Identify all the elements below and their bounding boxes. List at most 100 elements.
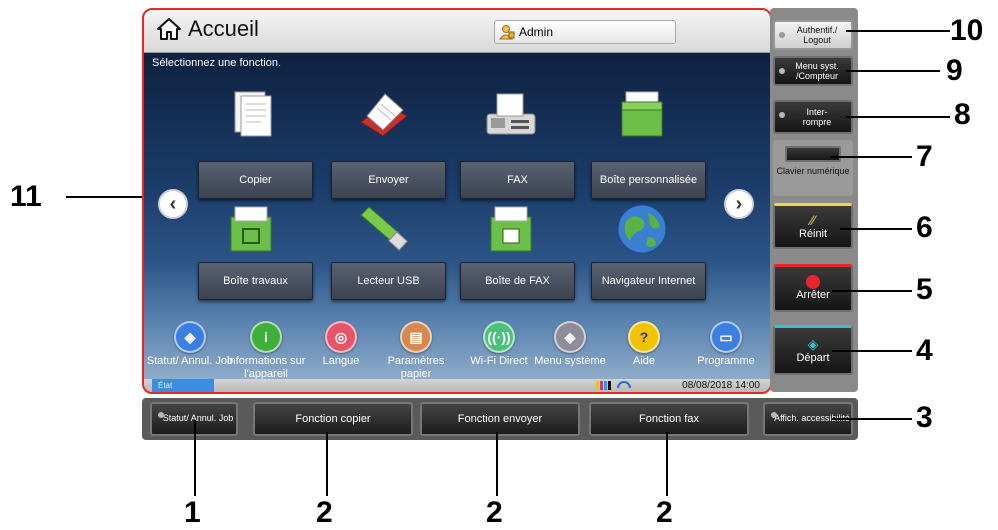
toner-icon	[596, 381, 631, 390]
callout-number: 6	[916, 211, 933, 244]
fax-box-button[interactable]: Boîte de FAX	[460, 262, 575, 300]
stop-icon	[806, 275, 820, 290]
callout-number: 10	[950, 14, 984, 47]
prompt-text: Sélectionnez une fonction.	[152, 57, 282, 69]
copy-button[interactable]: Copier	[198, 161, 313, 199]
device-info-shortcut[interactable]: i	[250, 321, 282, 353]
fax-button[interactable]: FAX	[460, 161, 575, 199]
copy-function-button[interactable]: Fonction copier	[253, 402, 413, 436]
reset-icon: ⁄⁄	[810, 212, 816, 229]
callout-number: 11	[10, 180, 42, 213]
page-title: Accueil	[188, 16, 259, 41]
callout-line	[832, 290, 912, 292]
callout-number: 1	[184, 496, 201, 529]
shortcut-label: Programme	[697, 355, 755, 367]
button-label: Menu syst. /Compteur	[795, 60, 839, 81]
callout-line	[194, 420, 196, 496]
job-box-icon	[230, 206, 272, 252]
send-button[interactable]: Envoyer	[331, 161, 446, 199]
usb-drive-button[interactable]: Lecteur USB	[331, 262, 446, 300]
button-label: Inter- rompre	[802, 106, 832, 127]
help-shortcut[interactable]: ?	[628, 321, 660, 353]
start-icon: ◈	[807, 336, 819, 353]
chevron-left-icon: ‹	[169, 192, 177, 215]
system-menu-shortcut[interactable]: ◈	[554, 321, 586, 353]
callout-line	[840, 228, 912, 230]
shortcut-label: Paramètres papier	[387, 355, 445, 380]
eye-icon: ◈	[184, 328, 196, 345]
callout-line	[832, 418, 912, 420]
chevron-right-icon: ›	[735, 192, 743, 215]
paper-settings-shortcut[interactable]: ▤	[400, 321, 432, 353]
copier-icon	[234, 91, 272, 137]
custom-box-icon	[621, 91, 663, 137]
auth-logout-button[interactable]: Authentif./ Logout	[773, 20, 853, 50]
user-indicator[interactable]: Admin	[494, 20, 676, 44]
callout-number: 2	[316, 496, 333, 529]
button-label: Arrêter	[796, 289, 830, 302]
led-indicator	[158, 412, 164, 418]
system-menu-icon: ◈	[564, 328, 576, 345]
send-function-button[interactable]: Fonction envoyer	[420, 402, 580, 436]
home-screen: Sélectionnez une fonction. Copier Envoye…	[144, 53, 770, 392]
fax-box-icon	[490, 206, 532, 252]
callout-line	[830, 156, 912, 158]
led-indicator	[771, 412, 777, 418]
callout-number: 9	[946, 54, 963, 87]
callout-line	[496, 432, 498, 496]
user-name: Admin	[519, 25, 554, 39]
language-icon: ◎	[334, 328, 348, 345]
callout-number: 7	[916, 140, 933, 173]
program-shortcut[interactable]: ▭	[710, 321, 742, 353]
touch-panel: Accueil Admin Sélectionnez une fonction.…	[142, 8, 772, 394]
program-icon: ▭	[719, 328, 733, 345]
callout-line	[846, 116, 950, 118]
led-indicator	[779, 112, 785, 118]
status-tab[interactable]: État	[152, 379, 214, 392]
callout-number: 5	[916, 273, 933, 306]
callout-line	[66, 196, 142, 198]
usb-drive-icon	[360, 206, 408, 251]
callout-number: 2	[486, 496, 503, 529]
custom-box-button[interactable]: Boîte personnalisée	[591, 161, 706, 199]
stop-button[interactable]: Arrêter	[773, 264, 853, 312]
title-bar: Accueil Admin	[144, 10, 770, 53]
paper-icon: ▤	[409, 328, 423, 345]
callout-number: 8	[954, 98, 971, 131]
keypad-label: Clavier numérique	[776, 166, 850, 176]
info-icon: i	[264, 329, 268, 345]
button-label: Réinit	[798, 228, 828, 241]
internet-browser-button[interactable]: Navigateur Internet	[591, 262, 706, 300]
led-indicator	[779, 68, 785, 74]
interrupt-button[interactable]: Inter- rompre	[773, 100, 853, 134]
home-icon	[157, 18, 181, 40]
fax-function-button[interactable]: Fonction fax	[589, 402, 749, 436]
numeric-keypad-button[interactable]	[785, 146, 841, 162]
wifi-direct-shortcut[interactable]: ((·))	[483, 321, 515, 353]
shortcut-label: Aide	[632, 355, 656, 367]
job-status-shortcut[interactable]: ◈	[174, 321, 206, 353]
reset-button[interactable]: ⁄⁄ Réinit	[773, 203, 853, 249]
help-icon: ?	[639, 329, 649, 345]
button-label: Authentif./ Logout	[796, 24, 838, 45]
user-icon	[499, 25, 515, 40]
callout-line	[846, 30, 950, 32]
previous-page-button[interactable]: ‹	[158, 189, 188, 219]
callout-number: 2	[656, 496, 673, 529]
fax-icon	[486, 93, 536, 135]
status-bar: État 08/08/2018 14:00	[144, 379, 770, 392]
callout-number: 4	[916, 334, 933, 367]
led-indicator	[779, 32, 785, 38]
system-menu-counter-button[interactable]: Menu syst. /Compteur	[773, 56, 853, 86]
callout-line	[832, 350, 912, 352]
date-time: 08/08/2018 14:00	[682, 380, 760, 391]
next-page-button[interactable]: ›	[724, 189, 754, 219]
home-button[interactable]: Accueil	[156, 16, 259, 42]
callout-line	[666, 432, 668, 496]
wifi-icon: ((·))	[487, 329, 511, 345]
send-icon	[360, 93, 408, 137]
globe-icon	[617, 204, 667, 254]
callout-line	[846, 70, 940, 72]
job-box-button[interactable]: Boîte travaux	[198, 262, 313, 300]
language-shortcut[interactable]: ◎	[325, 321, 357, 353]
